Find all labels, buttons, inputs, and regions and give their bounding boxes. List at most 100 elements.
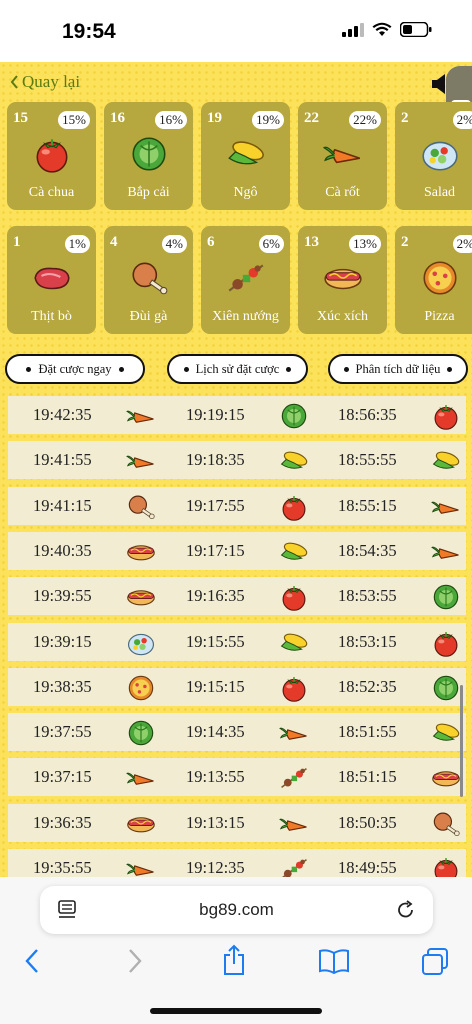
card-percent: 13% bbox=[349, 235, 381, 253]
history-cell: 18:53:55 bbox=[313, 577, 466, 616]
cabbage-icon bbox=[128, 134, 170, 174]
history-cell: 19:36:35 bbox=[8, 803, 161, 842]
history-cell: 19:41:55 bbox=[8, 441, 161, 480]
history-cell: 19:42:35 bbox=[8, 396, 161, 434]
history-row: 19:41:55 19:18:35 18:55:55 bbox=[8, 441, 466, 480]
food-card-cabbage[interactable]: 16 16% Bắp cải bbox=[104, 102, 193, 210]
result-time: 18:56:35 bbox=[338, 405, 397, 424]
card-label: Cà chua bbox=[28, 185, 75, 200]
card-label: Xiên nướng bbox=[212, 309, 279, 324]
history-row: 19:38:35 19:15:15 18:52:35 bbox=[8, 667, 466, 706]
history-cell: 19:39:15 bbox=[8, 622, 161, 661]
food-card-tomato[interactable]: 15 15% Cà chua bbox=[7, 102, 96, 210]
history-cell: 19:16:35 bbox=[161, 577, 314, 616]
tomato-icon bbox=[31, 134, 73, 174]
history-cell: 18:51:15 bbox=[313, 758, 466, 797]
card-count: 19 bbox=[207, 110, 222, 126]
home-indicator bbox=[150, 1008, 322, 1014]
tomato-icon bbox=[277, 493, 311, 521]
history-cell: 18:51:55 bbox=[313, 713, 466, 752]
history-cell: 19:13:55 bbox=[161, 758, 314, 797]
history-cell: 18:52:35 bbox=[313, 667, 466, 706]
carrot-icon bbox=[429, 538, 463, 566]
card-label: Đùi gà bbox=[129, 309, 168, 324]
corn-icon bbox=[429, 447, 463, 475]
hotdog-icon bbox=[124, 538, 158, 566]
history-cell: 19:19:15 bbox=[161, 396, 314, 434]
result-time: 19:39:55 bbox=[33, 586, 92, 606]
back-icon[interactable] bbox=[24, 948, 40, 974]
history-cell: 19:39:55 bbox=[8, 577, 161, 616]
history-cell: 19:15:15 bbox=[161, 667, 314, 706]
card-count: 13 bbox=[304, 234, 319, 250]
cabbage-icon bbox=[429, 674, 463, 702]
cabbage-icon bbox=[429, 583, 463, 611]
history-cell: 19:40:35 bbox=[8, 531, 161, 570]
food-card-beef[interactable]: 1 1% Thịt bò bbox=[7, 226, 96, 334]
food-card-drumstick[interactable]: 4 4% Đùi gà bbox=[104, 226, 193, 334]
card-percent: 2% bbox=[452, 235, 472, 253]
bookmarks-icon[interactable] bbox=[318, 948, 350, 974]
card-label: Salad bbox=[423, 185, 456, 200]
history-row: 19:41:15 19:17:55 18:55:15 bbox=[8, 486, 466, 525]
address-bar[interactable]: bg89.com bbox=[40, 886, 433, 934]
tomato-icon bbox=[277, 583, 311, 611]
tab-bet-history[interactable]: Lịch sử đặt cược bbox=[167, 354, 308, 384]
result-time: 19:15:55 bbox=[186, 631, 245, 651]
hotdog-icon bbox=[124, 810, 158, 838]
card-count: 6 bbox=[207, 234, 215, 250]
result-time: 18:51:15 bbox=[338, 767, 397, 787]
tab-bet-now[interactable]: Đặt cược ngay bbox=[5, 354, 145, 384]
result-time: 19:14:35 bbox=[186, 722, 245, 742]
back-label: Quay lại bbox=[22, 72, 81, 91]
history-cell: 19:17:15 bbox=[161, 531, 314, 570]
game-area: Quay lại 15 15% Cà chua 16 16% Bắp cải 19 19% Ng… bbox=[0, 62, 472, 877]
forward-icon[interactable] bbox=[127, 948, 143, 974]
food-card-hotdog[interactable]: 13 13% Xúc xích bbox=[298, 226, 387, 334]
carrot-icon bbox=[277, 810, 311, 838]
carrot-icon bbox=[124, 447, 158, 475]
result-time: 19:39:15 bbox=[33, 631, 92, 651]
history-cell: 19:37:15 bbox=[8, 758, 161, 797]
pizza-icon bbox=[419, 258, 461, 298]
tab-label: Phân tích dữ liệu bbox=[355, 361, 441, 376]
card-count: 1 bbox=[13, 234, 21, 250]
skewer-icon bbox=[225, 258, 267, 298]
result-time: 19:40:35 bbox=[33, 540, 92, 560]
food-card-carrot[interactable]: 22 22% Cà rốt bbox=[298, 102, 387, 210]
tomato-icon bbox=[277, 674, 311, 702]
history-cell: 18:55:55 bbox=[313, 441, 466, 480]
food-card-pizza[interactable]: 2 2% Pizza bbox=[395, 226, 472, 334]
result-time: 19:37:55 bbox=[33, 722, 92, 742]
share-icon[interactable] bbox=[222, 944, 246, 976]
card-count: 2 bbox=[401, 234, 409, 250]
scrollbar[interactable] bbox=[460, 685, 463, 797]
result-time: 18:54:35 bbox=[338, 540, 397, 560]
signal-icon bbox=[342, 22, 364, 37]
card-count: 2 bbox=[401, 110, 409, 126]
back-link[interactable]: Quay lại bbox=[10, 72, 80, 92]
tab-data-analysis[interactable]: Phân tích dữ liệu bbox=[328, 354, 468, 384]
history-cell: 19:35:55 bbox=[8, 849, 161, 877]
card-count: 22 bbox=[304, 110, 319, 126]
card-label: Thịt bò bbox=[31, 309, 72, 324]
beef-icon bbox=[31, 258, 73, 298]
food-card-corn[interactable]: 19 19% Ngô bbox=[201, 102, 290, 210]
tabs-icon[interactable] bbox=[421, 948, 449, 976]
carrot-icon bbox=[322, 134, 364, 174]
result-time: 19:12:35 bbox=[186, 858, 245, 877]
result-time: 19:13:55 bbox=[186, 767, 245, 787]
card-percent: 4% bbox=[161, 235, 187, 253]
corn-icon bbox=[429, 719, 463, 747]
card-count: 15 bbox=[13, 110, 28, 126]
history-cell: 18:53:15 bbox=[313, 622, 466, 661]
history-cell: 19:12:35 bbox=[161, 849, 314, 877]
card-label: Bắp cải bbox=[127, 185, 170, 200]
food-card-skewer[interactable]: 6 6% Xiên nướng bbox=[201, 226, 290, 334]
reload-icon[interactable] bbox=[397, 900, 415, 920]
history-row: 19:42:35 19:19:15 18:56:35 bbox=[8, 396, 466, 434]
food-card-salad[interactable]: 2 2% Salad bbox=[395, 102, 472, 210]
salad-icon bbox=[124, 629, 158, 657]
result-time: 18:53:55 bbox=[338, 586, 397, 606]
history-cell: 19:41:15 bbox=[8, 486, 161, 525]
